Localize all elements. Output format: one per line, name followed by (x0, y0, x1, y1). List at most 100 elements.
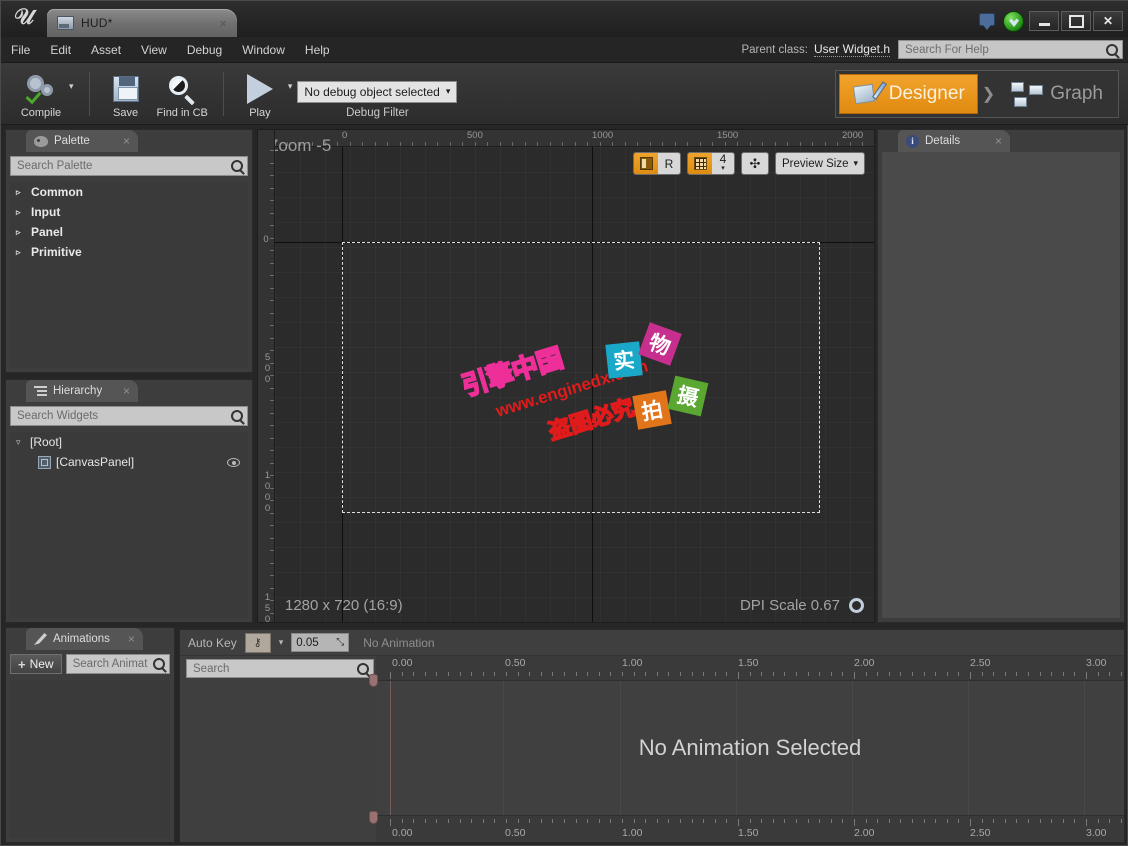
parent-class-value[interactable]: User Widget.h (813, 42, 890, 57)
help-search-input[interactable]: Search For Help (898, 40, 1123, 59)
resolution-toggle-group[interactable]: R (633, 152, 681, 175)
compile-button[interactable]: Compile (15, 69, 67, 123)
close-icon[interactable]: × (111, 134, 130, 148)
grid-size-value: 4 (719, 152, 727, 166)
menu-view[interactable]: View (131, 40, 177, 60)
chevron-down-icon[interactable]: ▾ (279, 637, 284, 648)
panel-visibility-toggle[interactable] (634, 153, 658, 174)
close-icon[interactable]: × (111, 384, 130, 398)
menu-asset[interactable]: Asset (81, 40, 131, 60)
palette-title: Palette (54, 135, 90, 147)
search-icon (153, 658, 165, 670)
find-in-cb-label: Find in CB (156, 106, 208, 119)
palette-tab[interactable]: Palette × (26, 130, 138, 152)
palette-category-primitive[interactable]: ▹ Primitive (10, 242, 248, 262)
feedback-chat-icon[interactable] (979, 10, 1001, 32)
menu-window[interactable]: Window (232, 40, 295, 60)
ruler-tick-label: 1000 (262, 470, 273, 514)
widget-canvas-bounds[interactable] (342, 242, 820, 513)
menu-file[interactable]: File (1, 40, 40, 60)
palette-search-input[interactable]: Search Palette (10, 156, 248, 176)
playhead-handle-top[interactable] (369, 674, 378, 687)
ruler-tick-label: 1500 (262, 592, 273, 623)
grid-toggle-button[interactable] (688, 153, 712, 174)
chevron-right-icon: ▹ (16, 186, 21, 197)
tree-item-root[interactable]: ▿ [Root] (10, 432, 248, 452)
compile-group: Compile ▾ (9, 65, 85, 123)
hierarchy-title: Hierarchy (53, 385, 103, 397)
compile-icon (25, 74, 57, 104)
palette-body: Search Palette ▹ Common ▹ Input ▹ Panel … (6, 152, 252, 372)
close-button[interactable]: ✕ (1093, 11, 1123, 31)
find-in-content-browser-button[interactable]: Find in CB (152, 69, 213, 123)
info-icon: i (906, 134, 919, 148)
design-canvas[interactable]: 引擎中国 www.enginedx.com 盗图必究 实 物 拍 摄 (275, 147, 874, 622)
viewport-ruler-vertical: 0 500 1000 1500 (258, 130, 275, 622)
animations-tab[interactable]: Animations × (26, 628, 143, 650)
preview-size-dropdown[interactable]: Preview Size ▾ (775, 152, 865, 175)
menu-debug[interactable]: Debug (177, 40, 232, 60)
hierarchy-search-input[interactable]: Search Widgets (10, 406, 248, 426)
timeline-tick-label: 0.00 (392, 827, 413, 839)
visibility-eye-icon[interactable] (227, 457, 240, 467)
details-body[interactable] (882, 152, 1120, 618)
ruler-tick-label: 500 (467, 130, 483, 141)
close-icon[interactable]: × (116, 632, 135, 646)
add-key-button[interactable]: ⚷ (244, 632, 271, 653)
close-icon[interactable]: × (983, 134, 1002, 148)
hierarchy-tab[interactable]: Hierarchy × (26, 380, 138, 402)
details-tab[interactable]: i Details × (898, 130, 1010, 152)
tree-item-canvaspanel[interactable]: [CanvasPanel] (10, 452, 248, 472)
animations-panel: Animations × + New Search Animat (5, 627, 175, 843)
hierarchy-search-placeholder: Search Widgets (17, 410, 99, 422)
chevron-right-icon: ▹ (16, 226, 21, 237)
tab-designer[interactable]: Designer (838, 73, 978, 114)
play-icon (246, 73, 273, 104)
play-label: Play (249, 106, 271, 119)
grid-size-dropdown[interactable]: 4 ▾ (712, 153, 734, 174)
menu-help[interactable]: Help (295, 40, 340, 60)
play-button[interactable]: Play (234, 69, 286, 123)
save-button[interactable]: Save (100, 69, 152, 123)
palette-category-label: Common (31, 185, 83, 199)
new-animation-button[interactable]: + New (10, 654, 62, 674)
palette-category-panel[interactable]: ▹ Panel (10, 222, 248, 242)
play-dropdown-arrow[interactable]: ▾ (286, 81, 298, 106)
zoom-level-label: Zoom -5 (268, 136, 332, 155)
close-icon[interactable]: × (215, 16, 231, 31)
animation-search-input[interactable]: Search Animat (65, 654, 170, 674)
animations-tabstrip: Animations × (6, 628, 174, 650)
hierarchy-tree: ▿ [Root] [CanvasPanel] (10, 432, 248, 618)
minimize-button[interactable] (1029, 11, 1059, 31)
tab-graph[interactable]: Graph (999, 74, 1115, 114)
viewport-toolbar: R 4 ▾ ✣ Preview Size ▾ (633, 152, 865, 175)
compile-dropdown-arrow[interactable]: ▾ (67, 81, 79, 106)
zoom-to-fit-button[interactable]: ✣ (741, 152, 769, 175)
empty-timeline-message: No Animation Selected (638, 735, 862, 760)
gear-icon[interactable] (849, 598, 864, 613)
save-label: Save (112, 106, 139, 119)
playhead-handle-bottom[interactable] (369, 811, 378, 824)
toggle-r-button[interactable]: R (658, 153, 680, 174)
palette-category-common[interactable]: ▹ Common (10, 182, 248, 202)
hierarchy-icon (34, 385, 47, 397)
timeline-track-area[interactable]: No Animation Selected (376, 681, 1124, 815)
graph-label: Graph (1050, 82, 1103, 104)
snap-interval-field[interactable]: 0.05 ⤡ (291, 633, 350, 652)
timeline-search-input[interactable]: Search (186, 659, 374, 678)
palette-category-input[interactable]: ▹ Input (10, 202, 248, 222)
dpi-scale-label: DPI Scale 0.67 (739, 597, 840, 614)
unreal-engine-logo-icon: 𝒰 (14, 4, 34, 29)
playhead-line[interactable] (390, 681, 391, 815)
maximize-button[interactable] (1061, 11, 1091, 31)
animation-list[interactable] (10, 680, 170, 838)
timeline-ruler-bottom[interactable]: 0.00 0.50 1.00 1.50 2.00 2.50 3.00 (376, 815, 1124, 842)
timeline-ruler-top[interactable]: 0.00 0.50 1.00 1.50 2.00 2.50 3.00 (376, 656, 1124, 681)
menu-edit[interactable]: Edit (40, 40, 81, 60)
source-control-icon[interactable] (1003, 10, 1025, 32)
designer-viewport[interactable]: 引擎中国 www.enginedx.com 盗图必究 实 物 拍 摄 0 500… (257, 129, 875, 623)
asset-tab-hud[interactable]: HUD* × (47, 9, 237, 37)
details-tabstrip: i Details × (878, 130, 1124, 152)
debug-object-select[interactable]: No debug object selected ▾ (297, 80, 458, 103)
grid-snapping-group[interactable]: 4 ▾ (687, 152, 735, 175)
